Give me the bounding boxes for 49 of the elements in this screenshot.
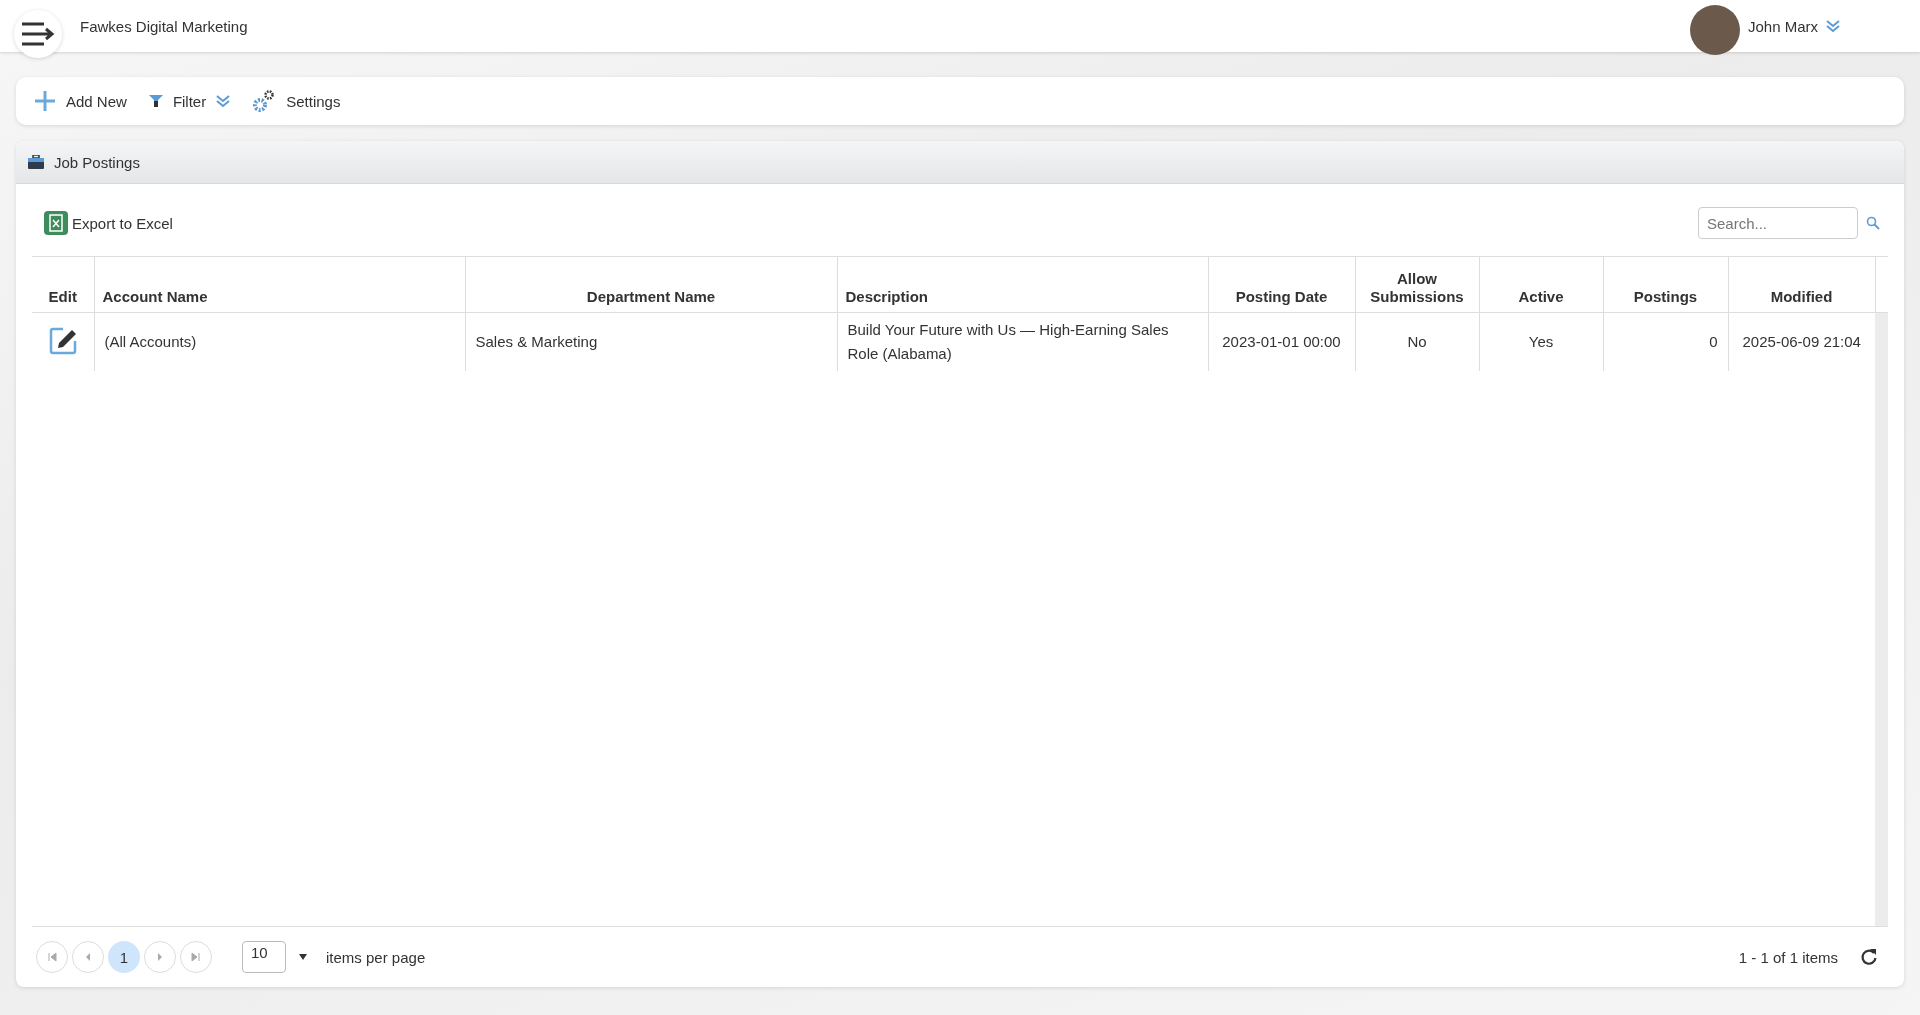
table-cell: (All Accounts) — [94, 313, 465, 371]
chevron-icon — [1826, 19, 1840, 33]
pencil-icon — [47, 325, 78, 356]
company-name: Fawkes Digital Marketing — [80, 17, 248, 35]
dropdown-arrow-icon[interactable] — [298, 953, 308, 961]
column-header[interactable]: Postings — [1603, 257, 1728, 313]
table-cell: No — [1355, 313, 1479, 371]
last-page-icon — [191, 952, 201, 962]
column-header[interactable]: Department Name — [465, 257, 837, 313]
briefcase-icon — [28, 155, 44, 169]
user-menu[interactable]: John Marx — [1747, 17, 1840, 35]
chevron-icon — [216, 94, 231, 108]
menu-icon — [21, 21, 55, 47]
toolbar-button[interactable]: Settings — [252, 89, 341, 113]
table-cell: Build Your Future with Us — High-Earning Sales Role (Alabama) — [837, 313, 1208, 371]
toolbar-button[interactable]: Filter — [148, 92, 231, 110]
toolbar-button[interactable]: Add New — [34, 90, 127, 112]
export-button[interactable]: Export to Excel — [32, 211, 173, 235]
column-header[interactable]: Posting Date — [1208, 257, 1355, 313]
funnel-icon — [148, 94, 163, 108]
search-field[interactable]: Search... — [1698, 207, 1858, 239]
column-header[interactable]: Allow Submissions — [1355, 257, 1479, 313]
items-per-page-label: items per page — [326, 948, 426, 966]
table-cell: 2023-01-01 00:00 — [1208, 313, 1355, 371]
spreadsheet-icon — [44, 211, 68, 235]
column-header[interactable]: Edit — [32, 257, 94, 313]
last-page-button[interactable] — [180, 941, 212, 973]
avatar — [1689, 5, 1740, 55]
column-header[interactable]: Description — [837, 257, 1208, 313]
table-cell: Sales & Marketing — [465, 313, 837, 371]
first-page-icon — [47, 952, 57, 962]
table-cell: 0 — [1603, 313, 1728, 371]
plus-icon — [34, 90, 56, 112]
first-page-button[interactable] — [36, 941, 68, 973]
refresh-button[interactable] — [1860, 948, 1878, 966]
menu-button[interactable] — [14, 10, 62, 58]
page-size-field[interactable]: 10 — [242, 941, 286, 973]
column-header[interactable]: Account Name — [94, 257, 465, 313]
column-header[interactable]: Active — [1479, 257, 1603, 313]
gears-icon — [252, 89, 277, 113]
pager-summary: 1 - 1 of 1 items — [1738, 948, 1838, 966]
table-cell: Yes — [1479, 313, 1603, 371]
scrollbar-track[interactable] — [1875, 313, 1888, 926]
search-icon[interactable] — [1866, 216, 1880, 230]
page-button[interactable]: 1 — [108, 941, 140, 973]
column-header[interactable]: Modified — [1728, 257, 1875, 313]
refresh-icon — [1860, 948, 1878, 966]
triangle-right-icon — [155, 952, 165, 962]
panel-title: Job Postings — [54, 153, 140, 171]
